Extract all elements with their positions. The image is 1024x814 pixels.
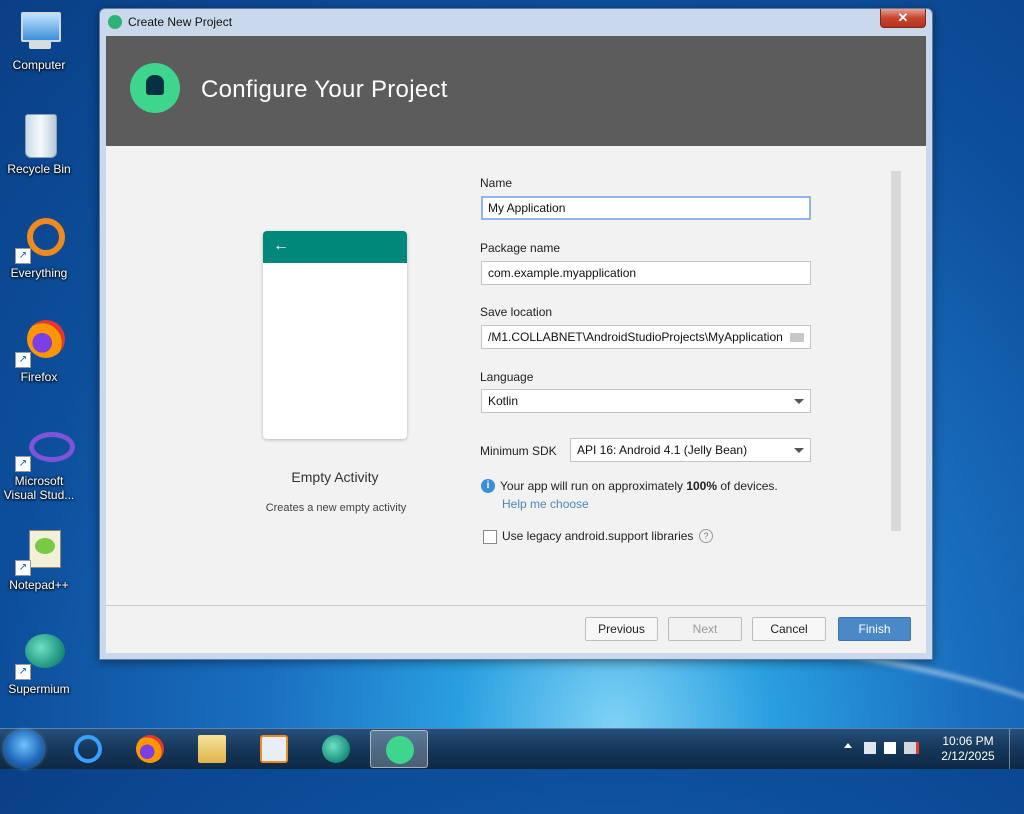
show-desktop-button[interactable] <box>1009 729 1024 769</box>
everything-search-icon: ↗ <box>15 216 65 264</box>
desktop-icon-label: Supermium <box>8 682 70 696</box>
android-studio-icon <box>108 15 122 29</box>
device-coverage-text: Your app will run on approximately 100% … <box>500 479 778 493</box>
min-sdk-select[interactable]: API 16: Android 4.1 (Jelly Bean) <box>570 438 811 462</box>
package-label: Package name <box>480 241 561 255</box>
desktop-icon-label: Firefox <box>20 370 58 384</box>
language-value: Kotlin <box>488 394 519 408</box>
shortcut-arrow-icon: ↗ <box>15 352 31 368</box>
desktop-icon-computer[interactable]: Computer <box>0 8 78 72</box>
clock[interactable]: 10:06 PM 2/12/2025 <box>938 734 998 764</box>
desktop-icon-label: Recycle Bin <box>7 162 71 176</box>
taskbar-android-studio[interactable] <box>370 730 428 768</box>
desktop-icon-label: Everything <box>10 266 68 280</box>
back-arrow-icon: ← <box>273 237 289 254</box>
shortcut-arrow-icon: ↗ <box>15 560 31 576</box>
taskbar: 10:06 PM 2/12/2025 <box>0 728 1024 769</box>
media-player-icon <box>260 735 288 763</box>
info-icon: i <box>481 479 495 493</box>
save-location-value: /M1.COLLABNET\AndroidStudioProjects\MyAp… <box>488 330 783 344</box>
activity-preview: ← <box>263 231 407 439</box>
android-studio-logo-icon <box>130 63 180 113</box>
save-location-label: Save location <box>480 305 553 319</box>
name-field[interactable]: My Application <box>481 196 811 220</box>
network-icon[interactable] <box>864 742 876 754</box>
vertical-scrollbar[interactable] <box>891 171 901 531</box>
activity-name: Empty Activity <box>291 469 379 485</box>
start-button[interactable] <box>4 730 44 768</box>
previous-button[interactable]: Previous <box>585 617 658 641</box>
taskbar-supermium[interactable] <box>310 730 362 768</box>
action-center-flag-icon[interactable] <box>884 742 896 754</box>
visual-studio-icon: ↗ <box>15 424 75 472</box>
window-title: Create New Project <box>128 15 233 29</box>
desktop-icon-supermium[interactable]: ↗ Supermium <box>0 632 78 696</box>
language-label: Language <box>480 370 534 384</box>
taskbar-firefox[interactable] <box>124 730 176 768</box>
folder-browse-icon[interactable] <box>790 333 804 342</box>
firefox-icon <box>136 735 164 763</box>
title-bar[interactable]: Create New Project ✕ <box>100 9 932 35</box>
preview-toolbar: ← <box>263 231 407 263</box>
shortcut-arrow-icon: ↗ <box>15 456 31 472</box>
computer-icon <box>15 8 63 56</box>
next-button[interactable]: Next <box>668 617 742 641</box>
folder-icon <box>198 735 226 763</box>
system-tray: 10:06 PM 2/12/2025 <box>834 729 1024 769</box>
supermium-icon <box>322 735 350 763</box>
language-select[interactable]: Kotlin <box>481 389 811 413</box>
page-title: Configure Your Project <box>201 76 448 103</box>
package-name-field[interactable]: com.example.myapplication <box>481 261 811 285</box>
min-sdk-label: Minimum SDK <box>480 444 557 458</box>
help-question-icon[interactable]: ? <box>699 529 713 543</box>
firefox-icon: ↗ <box>15 320 65 368</box>
legacy-support-label[interactable]: Use legacy android.support libraries <box>502 529 693 543</box>
chevron-down-icon <box>794 399 804 404</box>
desktop-icon-visual-studio[interactable]: ↗ Microsoft Visual Stud... <box>0 424 78 502</box>
desktop-icon-label: Microsoft Visual Stud... <box>3 474 75 502</box>
desktop-icon-recycle-bin[interactable]: Recycle Bin <box>0 112 78 176</box>
create-project-dialog: Create New Project ✕ Configure Your Proj… <box>99 8 933 660</box>
help-me-choose-link[interactable]: Help me choose <box>502 497 589 511</box>
clock-date: 2/12/2025 <box>941 749 995 763</box>
chevron-down-icon <box>794 448 804 453</box>
desktop-icon-label: Notepad++ <box>9 578 69 592</box>
min-sdk-value: API 16: Android 4.1 (Jelly Bean) <box>577 443 748 457</box>
close-button[interactable]: ✕ <box>880 9 926 28</box>
show-hidden-icons-icon[interactable] <box>844 743 852 748</box>
finish-button[interactable]: Finish <box>838 617 911 641</box>
header-banner: Configure Your Project <box>106 36 926 146</box>
taskbar-file-explorer[interactable] <box>186 730 238 768</box>
content-area: ← Empty Activity Creates a new empty act… <box>106 146 926 606</box>
legacy-support-checkbox[interactable] <box>483 530 497 544</box>
android-studio-icon <box>386 736 414 764</box>
volume-muted-icon[interactable] <box>904 742 919 754</box>
save-location-field[interactable]: /M1.COLLABNET\AndroidStudioProjects\MyAp… <box>481 325 811 349</box>
desktop-icon-label: Computer <box>12 58 66 72</box>
taskbar-internet-explorer[interactable] <box>62 730 114 768</box>
recycle-bin-icon <box>15 112 63 160</box>
taskbar-media-player[interactable] <box>248 730 300 768</box>
desktop-icon-everything[interactable]: ↗ Everything <box>0 216 78 280</box>
cancel-button[interactable]: Cancel <box>752 617 826 641</box>
clock-time: 10:06 PM <box>942 734 994 748</box>
supermium-icon: ↗ <box>15 632 65 680</box>
dialog-body: Configure Your Project ← Empty Activity … <box>106 36 926 653</box>
name-label: Name <box>480 176 513 190</box>
notepadpp-icon: ↗ <box>15 528 63 576</box>
internet-explorer-icon <box>74 735 102 763</box>
activity-description: Creates a new empty activity <box>265 502 407 514</box>
footer-divider <box>106 605 926 606</box>
desktop-icon-notepadpp[interactable]: ↗ Notepad++ <box>0 528 78 592</box>
shortcut-arrow-icon: ↗ <box>15 664 31 680</box>
desktop-icon-firefox[interactable]: ↗ Firefox <box>0 320 78 384</box>
shortcut-arrow-icon: ↗ <box>15 248 31 264</box>
